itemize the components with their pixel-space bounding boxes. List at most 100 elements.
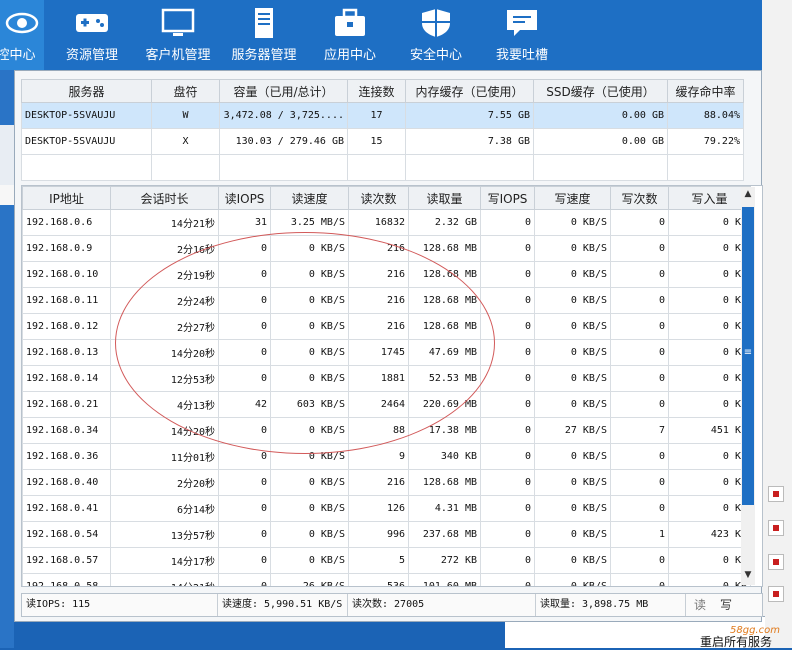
table-row[interactable]: 192.168.0.40 2分20秒 0 0 KB/S 216 128.68 MB 0 0 K… [22,469,751,496]
column-header[interactable]: 会话时长 [110,186,219,210]
write-iops: 0 [480,209,535,236]
write-count: 7 [610,417,669,444]
read-toggle-button[interactable]: 读 [694,594,706,616]
table-row[interactable]: 192.168.0.21 4分13秒 42 603 KB/S 2464 220.69 MB… [22,391,751,418]
stop-icon[interactable] [768,554,784,570]
drive-letter: W [151,102,220,129]
read-speed: 0 KB/S [270,235,349,262]
table-row[interactable]: 192.168.0.9 2分16秒 0 0 KB/S 216 128.68 MB 0 0 KB… [22,235,751,262]
nav-feedback[interactable]: 我要吐槽 [480,0,564,70]
nav-server-management[interactable]: 服务器管理 [222,0,306,70]
table-row[interactable]: 192.168.0.13 14分20秒 0 0 KB/S 1745 47.69 MB 0 0 … [22,339,751,366]
column-header[interactable]: IP地址 [22,186,111,210]
read-amount: 4.31 MB [408,495,481,522]
nav-monitor-center[interactable]: 控中心 [0,0,44,70]
column-header[interactable]: 写入量 [668,186,751,210]
server-icon [255,8,273,38]
table-row[interactable]: 192.168.0.11 2分24秒 0 0 KB/S 216 128.68 MB 0 0 K… [22,287,751,314]
vertical-scrollbar[interactable]: ▲ ≡ ▼ [741,187,755,585]
session-table-container[interactable]: IP地址 会话时长 读IOPS 读速度 读次数 读取量 写IOPS 写速度 写次数 写入量 192… [21,185,763,587]
read-iops: 0 [218,521,271,548]
write-amount: 0 KB [668,495,751,522]
read-amount: 128.68 MB [408,235,481,262]
write-iops: 0 [480,495,535,522]
write-amount: 0 KB [668,313,751,340]
read-speed: 603 KB/S [270,391,349,418]
read-iops: 31 [218,209,271,236]
nav-label: 资源管理 [65,48,118,63]
empty-row [21,154,744,181]
stop-icon[interactable] [768,486,784,502]
table-row[interactable]: 192.168.0.12 2分27秒 0 0 KB/S 216 128.68 MB 0 0 K… [22,313,751,340]
column-header[interactable]: 服务器 [21,79,152,103]
column-header[interactable]: 内存缓存（已使用） [405,79,534,103]
read-amount: 272 KB [408,547,481,574]
column-header[interactable]: 写速度 [534,186,611,210]
stop-icon[interactable] [768,520,784,536]
eye-icon [5,12,39,34]
table-row[interactable]: 192.168.0.41 6分14秒 0 0 KB/S 126 4.31 MB 0 0 KB/… [22,495,751,522]
hit-rate: 88.04% [667,102,744,129]
table-row[interactable]: 192.168.0.54 13分57秒 0 0 KB/S 996 237.68 MB 0 0 … [22,521,751,548]
column-header[interactable]: 容量（已用/总计） [219,79,348,103]
column-header[interactable]: 盘符 [151,79,220,103]
column-header[interactable]: 写IOPS [480,186,535,210]
read-speed: 0 KB/S [270,469,349,496]
memory-cache: 7.38 GB [405,128,534,155]
table-row[interactable]: 192.168.0.5814分21秒026 KB/S536101.60 MB00… [22,573,751,586]
table-row[interactable]: 192.168.0.57 14分17秒 0 0 KB/S 5 272 KB 0 0 KB/S 0… [22,547,751,574]
column-header[interactable]: 缓存命中率 [667,79,744,103]
gamepad-icon [76,14,108,32]
write-count: 0 [610,261,669,288]
read-iops: 0 [218,573,271,586]
column-header[interactable]: 读IOPS [218,186,271,210]
read-amount: 2.32 GB [408,209,481,236]
stop-icon[interactable] [768,586,784,602]
column-header[interactable]: 写次数 [610,186,669,210]
write-iops: 0 [480,287,535,314]
write-amount: 0 KB [668,261,751,288]
nav-app-center[interactable]: 应用中心 [308,0,392,70]
column-header[interactable]: 读取量 [408,186,481,210]
grip-icon: ≡ [743,347,753,358]
read-amount: 340 KB [408,443,481,470]
nav-client-management[interactable]: 客户机管理 [136,0,220,70]
memory-cache: 7.55 GB [405,102,534,129]
scroll-down-icon[interactable]: ▼ [741,570,755,580]
nav-resource-management[interactable]: 资源管理 [50,0,134,70]
write-toggle-button[interactable]: 写 [720,594,732,616]
session-duration: 6分14秒 [110,495,219,522]
ssd-cache: 0.00 GB [533,128,668,155]
table-row[interactable]: 192.168.0.6 14分21秒 31 3.25 MB/S 16832 2.32 GB… [22,209,751,236]
write-count: 0 [610,209,669,236]
read-count: 88 [348,417,409,444]
table-row[interactable]: 192.168.0.14 12分53秒 0 0 KB/S 1881 52.53 MB 0 0 … [22,365,751,392]
table-row[interactable]: 192.168.0.10 2分19秒 0 0 KB/S 216 128.68 MB 0 0 K… [22,261,751,288]
column-header[interactable]: SSD缓存（已使用） [533,79,668,103]
nav-security-center[interactable]: 安全中心 [394,0,478,70]
table-row[interactable]: 192.168.0.36 11分01秒 0 0 KB/S 9 340 KB 0 0 KB/S 0… [22,443,751,470]
column-header[interactable]: 连接数 [347,79,406,103]
write-iops: 0 [480,547,535,574]
read-count: 216 [348,469,409,496]
write-amount: 0 KB [668,209,751,236]
read-speed: 0 KB/S [270,547,349,574]
ssd-cache: 0.00 GB [533,102,668,129]
write-amount: 0 KB [668,365,751,392]
scroll-up-icon[interactable]: ▲ [741,189,755,199]
server-row[interactable]: DESKTOP-5SVAUJU W 3,472.08 / 3,725.... 1… [21,102,744,129]
connections: 17 [347,102,406,129]
write-speed: 0 KB/S [534,443,611,470]
session-duration: 14分20秒 [110,417,219,444]
server-row[interactable]: DESKTOP-5SVAUJU X 130.03 / 279.46 GB 15 … [21,128,744,155]
status-read-amount: 读取量: 3,898.75 MB [536,594,686,616]
session-duration: 13分57秒 [110,521,219,548]
column-header[interactable]: 读速度 [270,186,349,210]
toolbox-icon [335,8,365,36]
write-count: 0 [610,469,669,496]
column-header[interactable]: 读次数 [348,186,409,210]
read-count: 216 [348,313,409,340]
ip-address: 192.168.0.57 [22,547,111,574]
ip-address: 192.168.0.34 [22,417,111,444]
table-row[interactable]: 192.168.0.34 14分20秒 0 0 KB/S 88 17.38 MB 0 27 K… [22,417,751,444]
